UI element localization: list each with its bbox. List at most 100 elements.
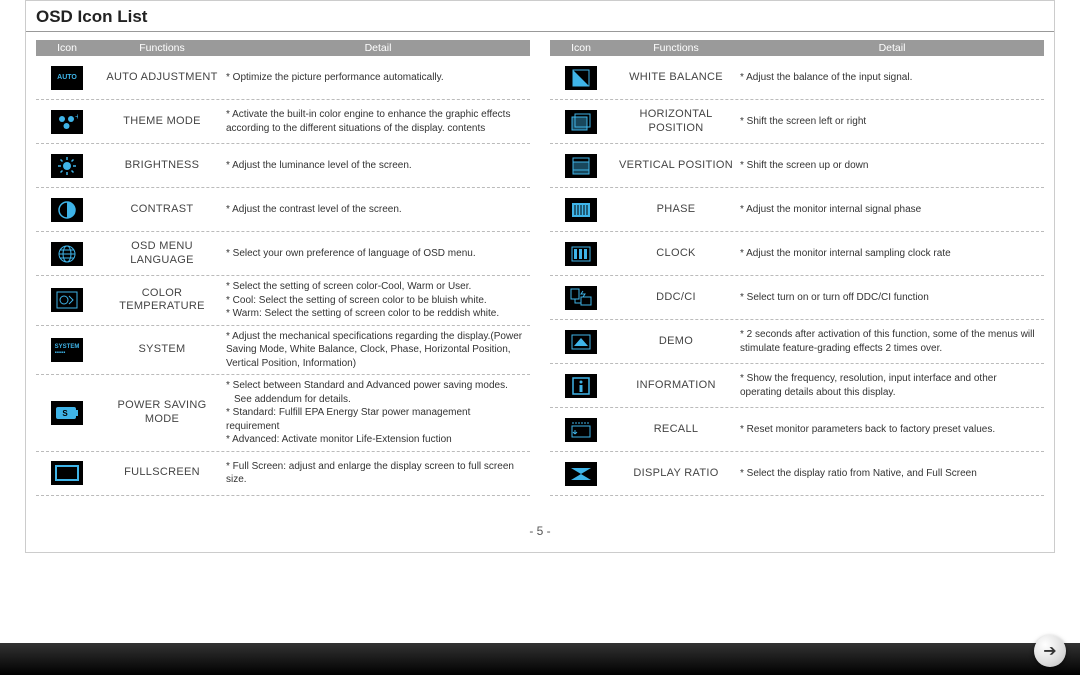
title-bar: OSD Icon List (26, 1, 1054, 32)
icon-cell (550, 242, 612, 266)
detail-item: Show the frequency, resolution, input in… (740, 372, 1040, 399)
whitebalance-icon (565, 66, 597, 90)
vpos-icon (565, 154, 597, 178)
detail-cell: Select the setting of screen color-Cool,… (226, 280, 530, 321)
detail-cell: Reset monitor parameters back to factory… (740, 423, 1044, 437)
table-row: CLOCKAdjust the monitor internal samplin… (550, 232, 1044, 276)
detail-item: Warm: Select the setting of screen color… (226, 307, 526, 321)
icon-cell (550, 66, 612, 90)
icon-cell: AUTO (36, 66, 98, 90)
table-row: BRIGHTNESSAdjust the luminance level of … (36, 144, 530, 188)
table-row: +THEME MODEActivate the built-in color e… (36, 100, 530, 144)
function-label: HORIZONTAL POSITION (612, 108, 740, 136)
detail-item: Adjust the luminance level of the screen… (226, 159, 526, 173)
function-label: CLOCK (612, 247, 740, 261)
table-row: INFORMATIONShow the frequency, resolutio… (550, 364, 1044, 408)
icon-cell (550, 418, 612, 442)
table-row: COLOR TEMPERATURESelect the setting of s… (36, 276, 530, 326)
icon-cell (550, 286, 612, 310)
function-label: CONTRAST (98, 203, 226, 217)
detail-item: Select the setting of screen color-Cool,… (226, 280, 526, 294)
left-column: Icon Functions Detail AUTOAUTO ADJUSTMEN… (36, 40, 530, 496)
detail-item: Advanced: Activate monitor Life-Extensio… (226, 433, 526, 447)
displayratio-icon (565, 462, 597, 486)
icon-cell (550, 154, 612, 178)
svg-text:+: + (75, 113, 78, 121)
detail-item: See addendum for details. (226, 393, 526, 407)
table-row: OSD MENU LANGUAGESelect your own prefere… (36, 232, 530, 276)
detail-item: Shift the screen left or right (740, 115, 1040, 129)
detail-cell: Adjust the balance of the input signal. (740, 71, 1044, 85)
icon-cell (36, 154, 98, 178)
header-detail: Detail (740, 40, 1044, 56)
hpos-icon (565, 110, 597, 134)
demo-icon (565, 330, 597, 354)
table-row: AUTOAUTO ADJUSTMENTOptimize the picture … (36, 56, 530, 100)
detail-item: Full Screen: adjust and enlarge the disp… (226, 460, 526, 487)
detail-item: Adjust the balance of the input signal. (740, 71, 1040, 85)
detail-item: Standard: Fulfill EPA Energy Star power … (226, 406, 526, 433)
detail-cell: Adjust the contrast level of the screen. (226, 203, 530, 217)
icon-cell (550, 110, 612, 134)
detail-cell: Adjust the monitor internal signal phase (740, 203, 1044, 217)
detail-item: Select turn on or turn off DDC/CI functi… (740, 291, 1040, 305)
table-row: SPOWER SAVING MODESelect between Standar… (36, 375, 530, 452)
table-header: Icon Functions Detail (550, 40, 1044, 56)
function-label: VERTICAL POSITION (612, 159, 740, 173)
header-icon: Icon (550, 40, 612, 56)
function-label: SYSTEM (98, 343, 226, 357)
theme-icon: + (51, 110, 83, 134)
detail-cell: Select between Standard and Advanced pow… (226, 379, 530, 447)
detail-cell: Select turn on or turn off DDC/CI functi… (740, 291, 1044, 305)
header-functions: Functions (612, 40, 740, 56)
function-label: RECALL (612, 423, 740, 437)
footer-bar (0, 643, 1080, 675)
fullscreen-icon (51, 461, 83, 485)
detail-item: Adjust the monitor internal signal phase (740, 203, 1040, 217)
table-row: FULLSCREENFull Screen: adjust and enlarg… (36, 452, 530, 496)
svg-text:S: S (62, 409, 68, 418)
document-page: OSD Icon List Icon Functions Detail AUTO… (25, 0, 1055, 553)
header-detail: Detail (226, 40, 530, 56)
power-icon: S (51, 401, 83, 425)
table-row: DDC/CISelect turn on or turn off DDC/CI … (550, 276, 1044, 320)
clock-icon (565, 242, 597, 266)
function-label: INFORMATION (612, 379, 740, 393)
table-header: Icon Functions Detail (36, 40, 530, 56)
header-functions: Functions (98, 40, 226, 56)
icon-cell (36, 198, 98, 222)
icon-cell: S (36, 401, 98, 425)
detail-cell: Adjust the monitor internal sampling clo… (740, 247, 1044, 261)
function-label: BRIGHTNESS (98, 159, 226, 173)
detail-item: Adjust the contrast level of the screen. (226, 203, 526, 217)
detail-cell: 2 seconds after activation of this funct… (740, 328, 1044, 355)
detail-item: Adjust the mechanical specifications reg… (226, 330, 526, 371)
phase-icon (565, 198, 597, 222)
function-label: PHASE (612, 203, 740, 217)
icon-cell (550, 198, 612, 222)
icon-cell (36, 288, 98, 312)
right-column: Icon Functions Detail WHITE BALANCEAdjus… (550, 40, 1044, 496)
detail-cell: Activate the built-in color engine to en… (226, 108, 530, 135)
brightness-icon (51, 154, 83, 178)
function-label: FULLSCREEN (98, 466, 226, 480)
detail-item: Reset monitor parameters back to factory… (740, 423, 1040, 437)
page-title: OSD Icon List (36, 7, 147, 27)
detail-item: Select the display ratio from Native, an… (740, 467, 1040, 481)
table-row: SYSTEM▪▪▪▪▪SYSTEMAdjust the mechanical s… (36, 326, 530, 376)
icon-cell (550, 462, 612, 486)
contrast-icon (51, 198, 83, 222)
detail-item: Adjust the monitor internal sampling clo… (740, 247, 1040, 261)
detail-cell: Full Screen: adjust and enlarge the disp… (226, 460, 530, 487)
function-label: AUTO ADJUSTMENT (98, 71, 226, 85)
next-page-button[interactable] (1034, 635, 1066, 667)
info-icon (565, 374, 597, 398)
detail-item: Select between Standard and Advanced pow… (226, 379, 526, 393)
detail-item: Optimize the picture performance automat… (226, 71, 526, 85)
detail-cell: Adjust the mechanical specifications reg… (226, 330, 530, 371)
detail-cell: Shift the screen up or down (740, 159, 1044, 173)
detail-cell: Optimize the picture performance automat… (226, 71, 530, 85)
colortemp-icon (51, 288, 83, 312)
function-label: WHITE BALANCE (612, 71, 740, 85)
content-columns: Icon Functions Detail AUTOAUTO ADJUSTMEN… (26, 32, 1054, 516)
